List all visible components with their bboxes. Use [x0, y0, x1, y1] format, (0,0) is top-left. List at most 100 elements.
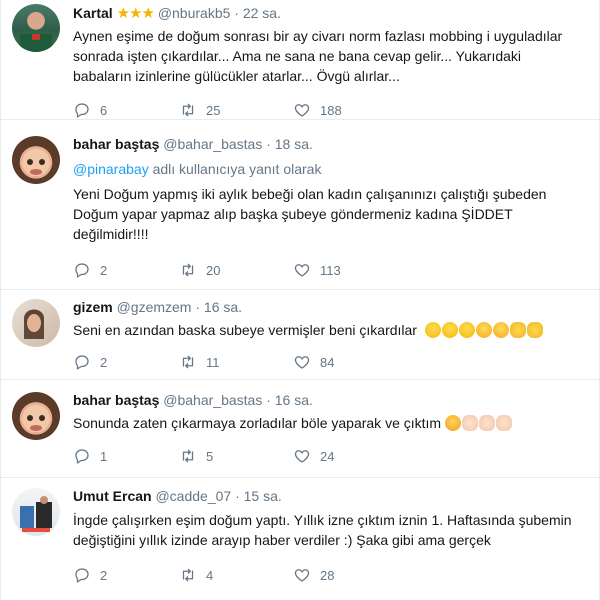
tweet-actions: 1 5 24: [73, 447, 377, 465]
clapping-hands-emoji-icon: [526, 322, 543, 338]
reply-icon: [75, 355, 89, 370]
heart-icon: [294, 104, 310, 117]
retweet-icon: [182, 355, 194, 369]
tweet-text: İngde çalışırken eşim doğum yaptı. Yıllı…: [73, 512, 572, 548]
heart-icon: [294, 264, 310, 277]
tweet-actions: 2 4 28: [73, 566, 377, 584]
emoji-row: [441, 415, 513, 431]
retweet-button[interactable]: 4: [179, 566, 263, 584]
tweet-header: Kartal ★★★ @nburakb5 · 22 sa.: [73, 4, 281, 22]
clapping-hands-emoji-icon: [461, 415, 478, 431]
avatar[interactable]: [12, 488, 60, 536]
reply-count: 1: [100, 448, 108, 464]
tweet-feed: Kartal ★★★ @nburakb5 · 22 sa. Aynen eşim…: [0, 0, 600, 600]
reply-icon: [75, 568, 89, 583]
reply-count: 2: [100, 567, 108, 583]
author-name[interactable]: bahar baştaş: [73, 392, 159, 408]
author-handle[interactable]: @gzemzem: [117, 299, 192, 315]
like-button[interactable]: 188: [293, 101, 377, 119]
reply-icon: [75, 449, 89, 464]
retweet-button[interactable]: 11: [179, 353, 263, 371]
laughing-emoji-icon: [458, 322, 475, 338]
reply-mention-link[interactable]: @pinarabay: [73, 161, 149, 177]
avatar[interactable]: [12, 4, 60, 52]
tweet-item[interactable]: bahar baştaş @bahar_bastas · 18 sa. @pin…: [1, 120, 600, 290]
like-button[interactable]: 113: [293, 261, 377, 279]
tweet-text: Sonunda zaten çıkarmaya zorladılar böle …: [73, 413, 583, 433]
like-button[interactable]: 28: [293, 566, 377, 584]
tweet-actions: 2 11 84: [73, 353, 377, 371]
tweet-item[interactable]: gizem @gzemzem · 16 sa. Seni en azından …: [1, 290, 600, 380]
like-count: 188: [320, 102, 342, 118]
reply-icon: [75, 103, 89, 118]
author-handle[interactable]: @cadde_07: [155, 488, 231, 504]
author-handle[interactable]: @bahar_bastas: [163, 392, 262, 408]
retweet-button[interactable]: 20: [179, 261, 263, 279]
author-name[interactable]: Umut Ercan: [73, 488, 152, 504]
timestamp[interactable]: · 16 sa.: [266, 392, 313, 408]
like-count: 113: [320, 262, 341, 278]
clapping-hands-emoji-icon: [509, 322, 526, 338]
avatar[interactable]: [12, 136, 60, 184]
author-handle[interactable]: @nburakb5: [158, 5, 231, 21]
author-handle[interactable]: @bahar_bastas: [163, 136, 262, 152]
retweet-icon: [182, 449, 194, 463]
reply-count: 2: [100, 354, 108, 370]
retweet-button[interactable]: 25: [179, 101, 263, 119]
avatar[interactable]: [12, 392, 60, 440]
heart-icon: [294, 450, 310, 463]
tweet-item[interactable]: bahar baştaş @bahar_bastas · 16 sa. Sonu…: [1, 380, 600, 478]
tweet-header: bahar baştaş @bahar_bastas · 18 sa.: [73, 136, 313, 152]
tweet-item[interactable]: Kartal ★★★ @nburakb5 · 22 sa. Aynen eşim…: [1, 0, 600, 120]
retweet-count: 4: [206, 567, 214, 583]
reply-button[interactable]: 1: [73, 447, 157, 465]
reply-count: 2: [100, 262, 108, 278]
tweet-header: bahar baştaş @bahar_bastas · 16 sa.: [73, 392, 313, 408]
tweet-header: Umut Ercan @cadde_07 · 15 sa.: [73, 488, 282, 504]
heart-icon: [294, 569, 310, 582]
winking-tongue-emoji-icon: [475, 322, 492, 338]
tweet-actions: 6 25 188: [73, 101, 377, 119]
reply-icon: [75, 263, 89, 278]
laughing-emoji-icon: [424, 322, 441, 338]
replying-to: @pinarabay adlı kullanıcıya yanıt olarak: [73, 161, 321, 177]
tweet-text: Aynen eşime de doğum sonrası bir ay civa…: [73, 28, 563, 84]
reply-button[interactable]: 2: [73, 353, 157, 371]
tweet-item[interactable]: Umut Ercan @cadde_07 · 15 sa. İngde çalı…: [1, 478, 600, 600]
replying-to-label: adlı kullanıcıya yanıt olarak: [148, 161, 322, 177]
tweet-text: Seni en azından baska subeye vermişler b…: [73, 320, 583, 340]
timestamp[interactable]: · 18 sa.: [266, 136, 313, 152]
laughing-emoji-icon: [441, 322, 458, 338]
timestamp[interactable]: · 15 sa.: [235, 488, 282, 504]
avatar[interactable]: [12, 299, 60, 347]
retweet-count: 11: [206, 354, 220, 370]
reply-button[interactable]: 2: [73, 261, 157, 279]
retweet-icon: [182, 103, 194, 117]
author-name[interactable]: gizem: [73, 299, 113, 315]
retweet-icon: [182, 568, 194, 582]
like-count: 28: [320, 567, 335, 583]
author-name[interactable]: Kartal: [73, 5, 113, 21]
like-button[interactable]: 84: [293, 353, 377, 371]
retweet-count: 5: [206, 448, 214, 464]
reply-count: 6: [100, 102, 108, 118]
tweet-text: Yeni Doğum yapmış iki aylık bebeği olan …: [73, 186, 547, 242]
retweet-count: 20: [206, 262, 221, 278]
author-name[interactable]: bahar baştaş: [73, 136, 159, 152]
emoji-row: [424, 322, 544, 338]
reply-button[interactable]: 6: [73, 101, 157, 119]
tweet-header: gizem @gzemzem · 16 sa.: [73, 299, 242, 315]
timestamp[interactable]: · 22 sa.: [234, 5, 281, 21]
timestamp[interactable]: · 16 sa.: [195, 299, 242, 315]
retweet-count: 25: [206, 102, 221, 118]
like-count: 84: [320, 354, 335, 370]
like-button[interactable]: 24: [293, 447, 377, 465]
retweet-button[interactable]: 5: [179, 447, 263, 465]
winking-tongue-emoji-icon: [492, 322, 509, 338]
like-count: 24: [320, 448, 335, 464]
tweet-text-body: Sonunda zaten çıkarmaya zorladılar böle …: [73, 415, 442, 431]
retweet-icon: [182, 263, 194, 277]
reply-button[interactable]: 2: [73, 566, 157, 584]
sad-face-emoji-icon: [444, 415, 461, 431]
tweet-actions: 2 20 113: [73, 261, 377, 279]
